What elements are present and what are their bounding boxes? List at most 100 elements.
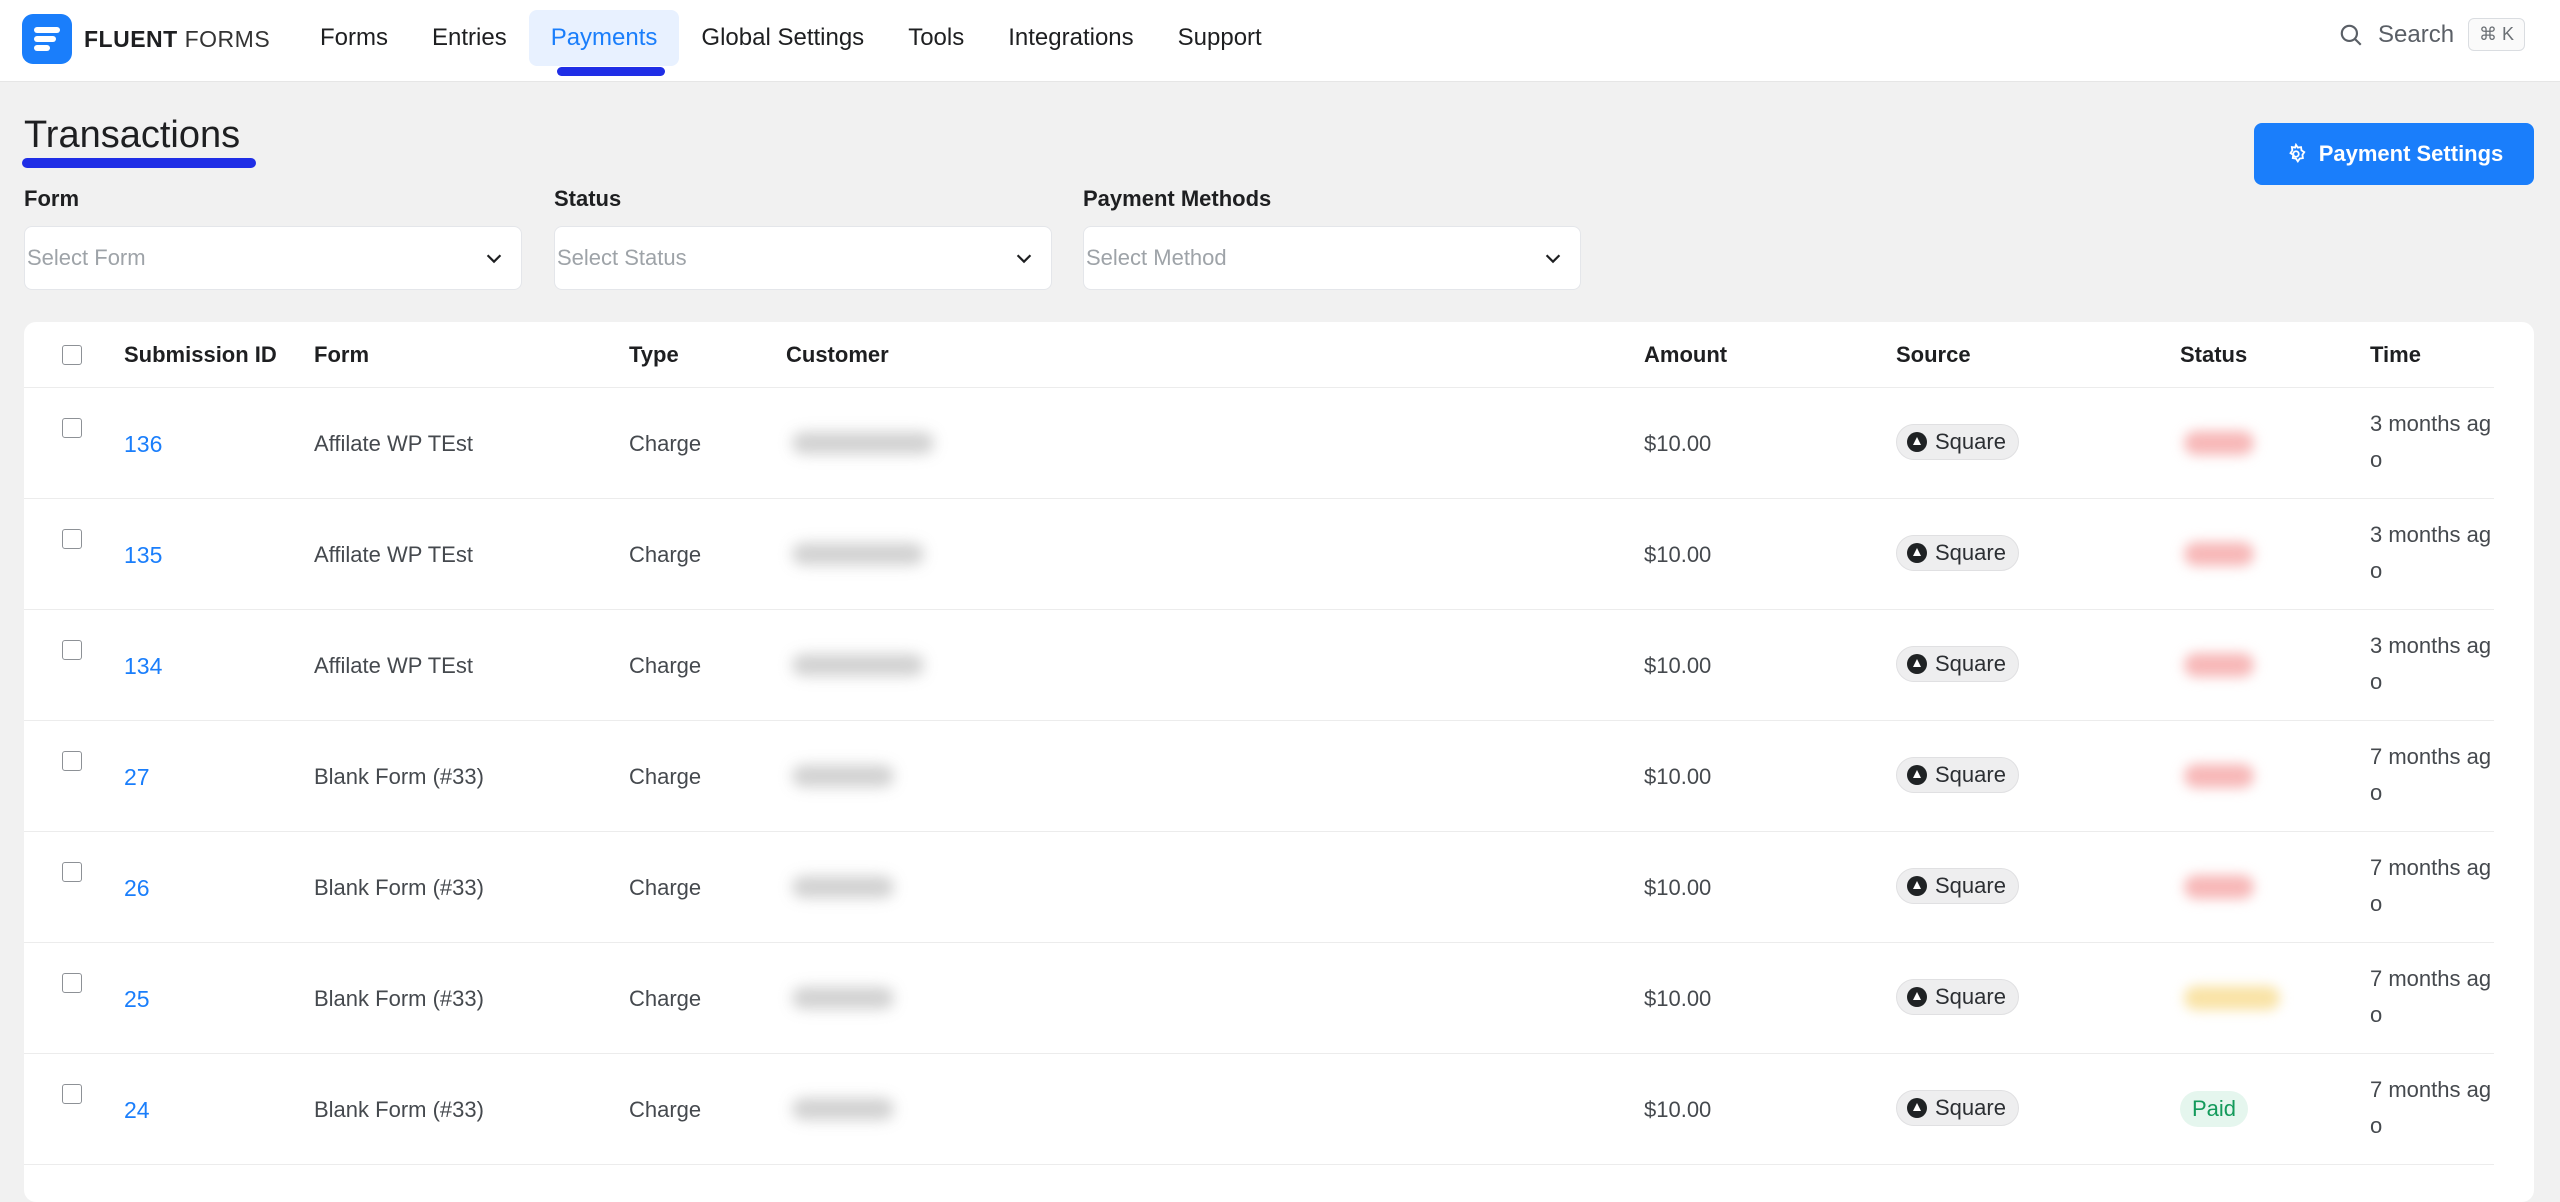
transactions-table: Submission ID Form Type Customer Amount … bbox=[24, 322, 2534, 1202]
row-checkbox[interactable] bbox=[62, 751, 82, 771]
table-row[interactable]: 27 Blank Form (#33) Charge $10.00 Square… bbox=[24, 721, 2494, 832]
select-placeholder: Select Status bbox=[557, 245, 687, 270]
payment-settings-button[interactable]: Payment Settings bbox=[2254, 123, 2534, 185]
customer-redacted bbox=[792, 654, 924, 676]
submission-id-link[interactable]: 136 bbox=[124, 431, 162, 458]
payment-type: Charge bbox=[629, 431, 702, 456]
status-badge: Paid bbox=[2180, 1091, 2249, 1127]
square-icon bbox=[1907, 987, 1927, 1007]
table-row[interactable]: 136 Affilate WP TEst Charge $10.00 Squar… bbox=[24, 388, 2494, 499]
amount: $10.00 bbox=[1644, 431, 1712, 456]
payment-methods-filter: Payment Methods Select Method bbox=[1083, 186, 1581, 290]
submission-id-link[interactable]: 24 bbox=[124, 1097, 150, 1124]
column-header-submission-id[interactable]: Submission ID bbox=[124, 342, 277, 368]
table-header: Submission ID Form Type Customer Amount … bbox=[24, 322, 2494, 388]
amount: $10.00 bbox=[1644, 542, 1712, 567]
form-name: Blank Form (#33) bbox=[314, 986, 484, 1011]
submission-id-link[interactable]: 135 bbox=[124, 542, 162, 569]
square-icon bbox=[1907, 432, 1927, 452]
payment-method-select[interactable]: Select Method bbox=[1083, 226, 1581, 290]
square-icon bbox=[1907, 876, 1927, 896]
column-header-source[interactable]: Source bbox=[1896, 342, 1971, 368]
table-row[interactable]: 25 Blank Form (#33) Charge $10.00 Square… bbox=[24, 943, 2494, 1054]
filter-label: Payment Methods bbox=[1083, 186, 1272, 211]
chevron-down-icon bbox=[486, 254, 502, 264]
submission-id-link[interactable]: 25 bbox=[124, 986, 150, 1013]
table-row[interactable]: 24 Blank Form (#33) Charge $10.00 Square… bbox=[24, 1054, 2494, 1165]
search-shortcut-badge: ⌘ K bbox=[2468, 18, 2526, 51]
form-select[interactable]: Select Form bbox=[24, 226, 522, 290]
table-row[interactable]: 134 Affilate WP TEst Charge $10.00 Squar… bbox=[24, 610, 2494, 721]
source-label: Square bbox=[1935, 873, 2006, 898]
source-badge: Square bbox=[1896, 535, 2019, 571]
nav-item-entries[interactable]: Entries bbox=[410, 10, 529, 66]
column-header-status[interactable]: Status bbox=[2180, 342, 2247, 368]
source-badge: Square bbox=[1896, 868, 2019, 904]
payment-type: Charge bbox=[629, 542, 702, 567]
amount: $10.00 bbox=[1644, 986, 1712, 1011]
top-navigation-bar: FLUENT FORMS Forms Entries Payments Glob… bbox=[0, 0, 2560, 82]
gear-icon bbox=[2288, 143, 2306, 163]
status-badge bbox=[2184, 542, 2254, 566]
chevron-down-icon bbox=[1545, 254, 1561, 264]
customer-redacted bbox=[792, 987, 894, 1009]
nav-item-support[interactable]: Support bbox=[1156, 10, 1284, 66]
row-checkbox[interactable] bbox=[62, 973, 82, 993]
submission-id-link[interactable]: 26 bbox=[124, 875, 150, 902]
nav-item-tools[interactable]: Tools bbox=[886, 10, 986, 66]
square-icon bbox=[1907, 1098, 1927, 1118]
brand-logo[interactable]: FLUENT FORMS bbox=[22, 14, 270, 64]
fluent-forms-logo-icon bbox=[22, 14, 72, 64]
source-label: Square bbox=[1935, 651, 2006, 676]
customer-redacted bbox=[792, 432, 934, 454]
amount: $10.00 bbox=[1644, 764, 1712, 789]
nav-item-integrations[interactable]: Integrations bbox=[986, 10, 1155, 66]
amount: $10.00 bbox=[1644, 653, 1712, 678]
global-search[interactable]: Search ⌘ K bbox=[2338, 18, 2526, 51]
payment-type: Charge bbox=[629, 986, 702, 1011]
search-label: Search bbox=[2378, 20, 2455, 48]
submission-id-link[interactable]: 134 bbox=[124, 653, 162, 680]
column-header-type[interactable]: Type bbox=[629, 342, 679, 368]
amount: $10.00 bbox=[1644, 1097, 1712, 1122]
select-all-checkbox[interactable] bbox=[62, 345, 82, 365]
column-header-customer[interactable]: Customer bbox=[786, 342, 889, 368]
select-placeholder: Select Form bbox=[27, 245, 146, 270]
row-checkbox[interactable] bbox=[62, 529, 82, 549]
submission-id-link[interactable]: 27 bbox=[124, 764, 150, 791]
table-row[interactable]: 135 Affilate WP TEst Charge $10.00 Squar… bbox=[24, 499, 2494, 610]
row-checkbox[interactable] bbox=[62, 862, 82, 882]
row-checkbox[interactable] bbox=[62, 418, 82, 438]
brand-name: FLUENT FORMS bbox=[84, 25, 271, 52]
customer-redacted bbox=[792, 876, 894, 898]
status-select[interactable]: Select Status bbox=[554, 226, 1052, 290]
row-checkbox[interactable] bbox=[62, 1084, 82, 1104]
square-icon bbox=[1907, 654, 1927, 674]
form-name: Blank Form (#33) bbox=[314, 1097, 484, 1122]
time-ago: 3 months ago bbox=[2370, 633, 2492, 694]
column-header-amount[interactable]: Amount bbox=[1644, 342, 1727, 368]
table-row[interactable]: 26 Blank Form (#33) Charge $10.00 Square… bbox=[24, 832, 2494, 943]
main-nav: Forms Entries Payments Global Settings T… bbox=[298, 10, 1284, 76]
form-name: Affilate WP TEst bbox=[314, 431, 473, 456]
time-ago: 7 months ago bbox=[2370, 1077, 2492, 1138]
search-icon bbox=[2340, 24, 2362, 46]
nav-item-payments[interactable]: Payments bbox=[528, 10, 680, 76]
source-badge: Square bbox=[1896, 979, 2019, 1015]
annotation-underline bbox=[556, 67, 666, 76]
column-header-time[interactable]: Time bbox=[2370, 342, 2421, 368]
column-header-form[interactable]: Form bbox=[314, 342, 369, 368]
row-checkbox[interactable] bbox=[62, 640, 82, 660]
source-label: Square bbox=[1935, 984, 2006, 1009]
nav-item-forms[interactable]: Forms bbox=[298, 10, 410, 66]
form-name: Blank Form (#33) bbox=[314, 875, 484, 900]
source-badge: Square bbox=[1896, 646, 2019, 682]
source-badge: Square bbox=[1896, 424, 2019, 460]
nav-item-global-settings[interactable]: Global Settings bbox=[679, 10, 886, 66]
source-badge: Square bbox=[1896, 757, 2019, 793]
customer-redacted bbox=[792, 1098, 894, 1120]
source-badge: Square bbox=[1896, 1090, 2019, 1126]
payment-type: Charge bbox=[629, 653, 702, 678]
annotation-underline bbox=[22, 158, 256, 168]
status-badge bbox=[2184, 653, 2254, 677]
